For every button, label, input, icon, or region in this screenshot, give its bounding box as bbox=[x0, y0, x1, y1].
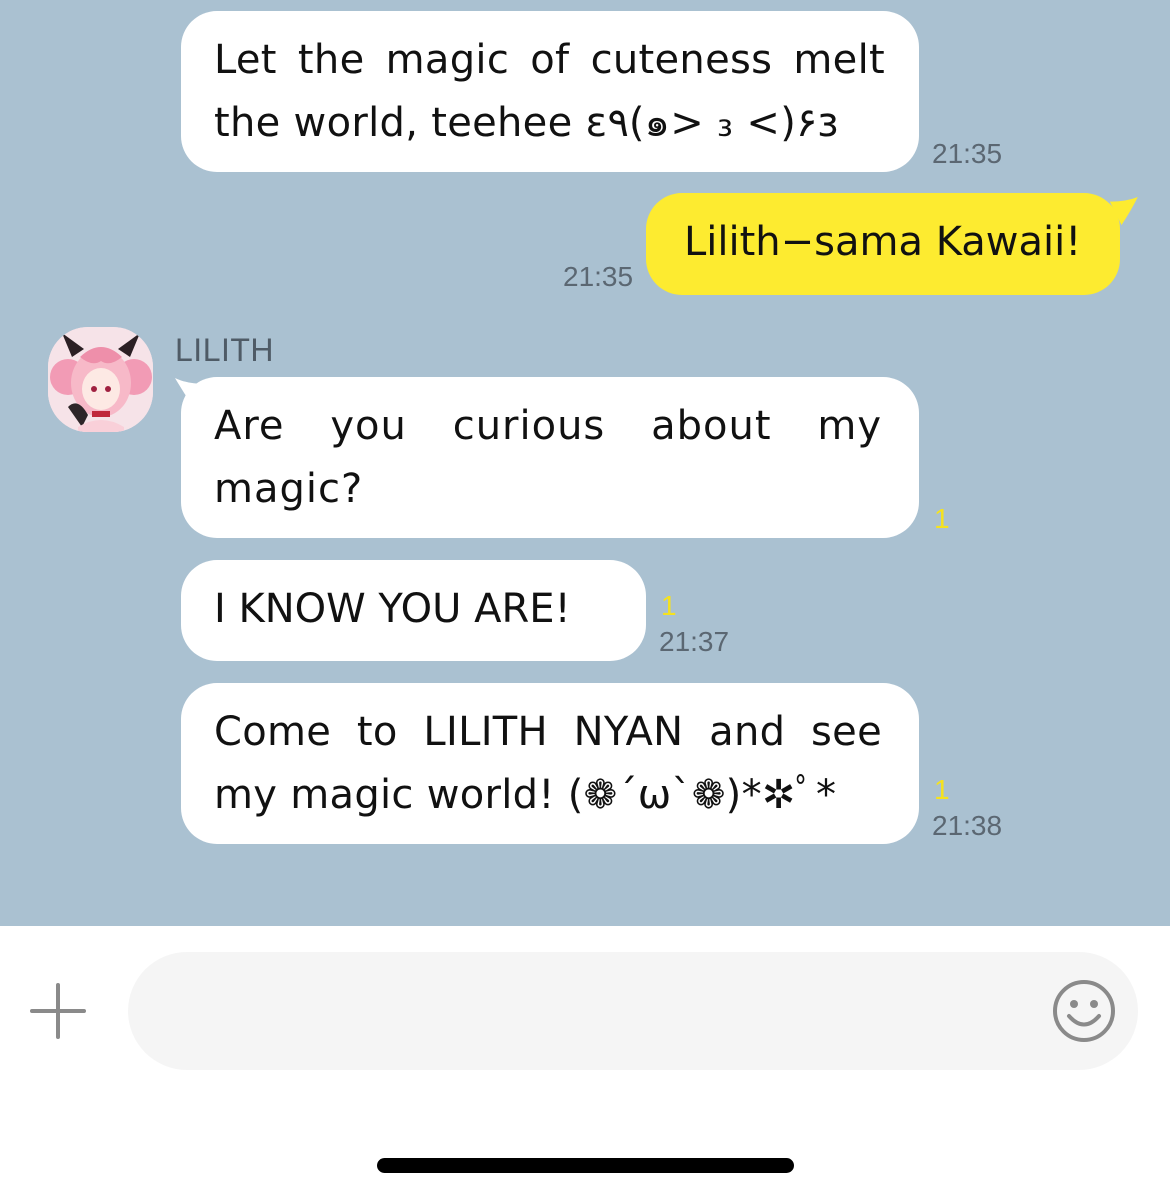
message-input[interactable] bbox=[128, 952, 1138, 1070]
unread-count: 1 bbox=[934, 774, 950, 805]
message-bubble[interactable]: Come to LILITH NYAN and see my magic wor… bbox=[181, 683, 919, 844]
plus-icon[interactable] bbox=[30, 983, 86, 1039]
chat-area[interactable]: Let the magic of cuteness melt the world… bbox=[0, 0, 1170, 926]
unread-count: 1 bbox=[661, 590, 677, 621]
smiley-icon[interactable] bbox=[1052, 979, 1116, 1043]
message-text: I KNOW YOU ARE! bbox=[214, 586, 571, 632]
avatar-image bbox=[48, 327, 153, 432]
home-indicator[interactable] bbox=[377, 1158, 794, 1173]
message-bubble[interactable]: Are you curious about my magic? bbox=[181, 377, 919, 538]
message-text: Lilith−sama Kawaii! bbox=[684, 219, 1082, 265]
message-bubble[interactable]: Let the magic of cuteness melt the world… bbox=[181, 11, 919, 172]
message-text: Are you curious about my magic? bbox=[214, 403, 882, 512]
avatar[interactable] bbox=[48, 327, 153, 432]
sender-name: LILITH bbox=[175, 332, 275, 368]
unread-count: 1 bbox=[934, 503, 950, 534]
bubble-tail bbox=[1109, 197, 1138, 225]
message-bubble-outgoing[interactable]: Lilith−sama Kawaii! bbox=[646, 193, 1120, 295]
message-text: Come to LILITH NYAN and see my magic wor… bbox=[214, 709, 882, 818]
message-bubble[interactable]: I KNOW YOU ARE! bbox=[181, 560, 646, 661]
message-text: Let the magic of cuteness melt the world… bbox=[214, 37, 885, 146]
message-time: 21:35 bbox=[932, 138, 1003, 169]
message-time: 21:37 bbox=[659, 626, 730, 657]
message-time: 21:38 bbox=[932, 810, 1003, 841]
message-time: 21:35 bbox=[563, 261, 634, 292]
